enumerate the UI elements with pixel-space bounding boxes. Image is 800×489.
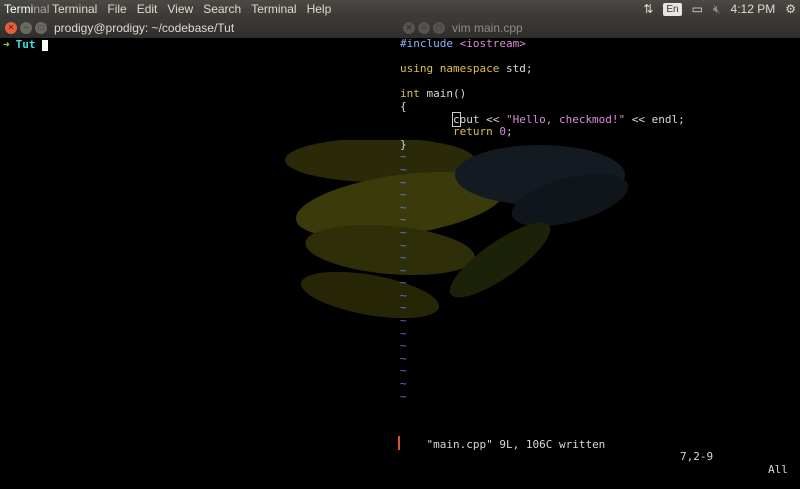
empty-line-tilde: ~ [400,377,407,391]
top-menu-bar: Terminal Terminal File Edit View Search … [0,0,800,18]
volume-muted-icon[interactable]: 🔇︎ [713,2,721,17]
clock[interactable]: 4:12 PM [731,2,776,16]
code-line: return 0; [452,125,513,139]
vim-status-line: "main.cpp" 9L, 106C written 7,2-9 All [400,426,794,476]
text-cursor [41,39,48,51]
maximize-button[interactable]: □ [433,22,445,34]
empty-line-tilde: ~ [400,301,407,315]
maximize-button[interactable]: □ [35,22,47,34]
empty-line-tilde: ~ [400,251,407,265]
network-arrows-icon[interactable]: ⇅ [643,2,653,16]
empty-line-tilde: ~ [400,150,407,164]
code-area[interactable]: #include <iostream> using namespace std;… [400,37,685,403]
close-button[interactable]: ✕ [403,22,415,34]
menu-search[interactable]: Search [203,2,241,16]
empty-line-tilde: ~ [400,351,407,365]
vim-editor-pane[interactable]: #include <iostream> using namespace std;… [398,37,800,476]
code-line: int main() [400,87,467,101]
app-menus: Terminal File Edit View Search Terminal … [52,2,341,16]
empty-line-tilde: ~ [400,200,407,214]
minimize-button[interactable]: – [20,22,32,34]
write-message: "main.cpp" 9L, 106C written [426,437,606,451]
minimize-button[interactable]: – [418,22,430,34]
empty-line-tilde: ~ [400,263,407,277]
empty-line-tilde: ~ [400,188,407,202]
window-title: prodigy@prodigy: ~/codebase/Tut [54,21,235,35]
empty-line-tilde: ~ [400,364,407,378]
menu-file[interactable]: File [107,2,126,16]
battery-icon[interactable]: ▭ [692,2,703,16]
empty-line-tilde: ~ [400,288,407,302]
code-line: using namespace std; [400,62,533,76]
menu-help[interactable]: Help [307,2,332,16]
empty-line-tilde: ~ [400,175,407,189]
menu-terminal-2[interactable]: Terminal [251,2,296,16]
gear-icon[interactable]: ⚙ [785,2,796,16]
keyboard-language-indicator[interactable]: En [663,2,682,16]
cursor-position: 7,2-9 [680,450,714,464]
empty-line-tilde: ~ [400,162,407,176]
pane-divider-marker [398,436,400,450]
prompt-arrow-icon: ➜ [3,38,10,51]
empty-line-tilde: ~ [400,339,407,353]
code-line: #include <iostream> [400,37,526,50]
menu-edit[interactable]: Edit [137,2,158,16]
empty-line-tilde: ~ [400,276,407,290]
scroll-indicator: All [768,462,788,476]
left-terminal-pane[interactable]: ➜ Tut [0,38,398,450]
left-terminal-titlebar: ✕ – □ prodigy@prodigy: ~/codebase/Tut [0,18,398,38]
empty-line-tilde: ~ [400,389,407,403]
empty-line-tilde: ~ [400,225,407,239]
menu-terminal[interactable]: Terminal [52,2,97,16]
close-button[interactable]: ✕ [5,22,17,34]
empty-line-tilde: ~ [400,326,407,340]
prompt-directory: Tut [15,38,36,51]
empty-line-tilde: ~ [400,238,407,252]
system-tray: ⇅ En ▭ 🔇︎ 4:12 PM ⚙ [633,0,800,18]
empty-line-tilde: ~ [400,314,407,328]
right-terminal-titlebar: ✕ – □ vim main.cpp [398,18,800,38]
code-line: } [400,137,407,151]
menu-view[interactable]: View [167,2,193,16]
shell-prompt: ➜ Tut [3,38,48,52]
window-title: vim main.cpp [452,21,523,35]
empty-line-tilde: ~ [400,213,407,227]
app-name: Terminal [4,2,50,16]
